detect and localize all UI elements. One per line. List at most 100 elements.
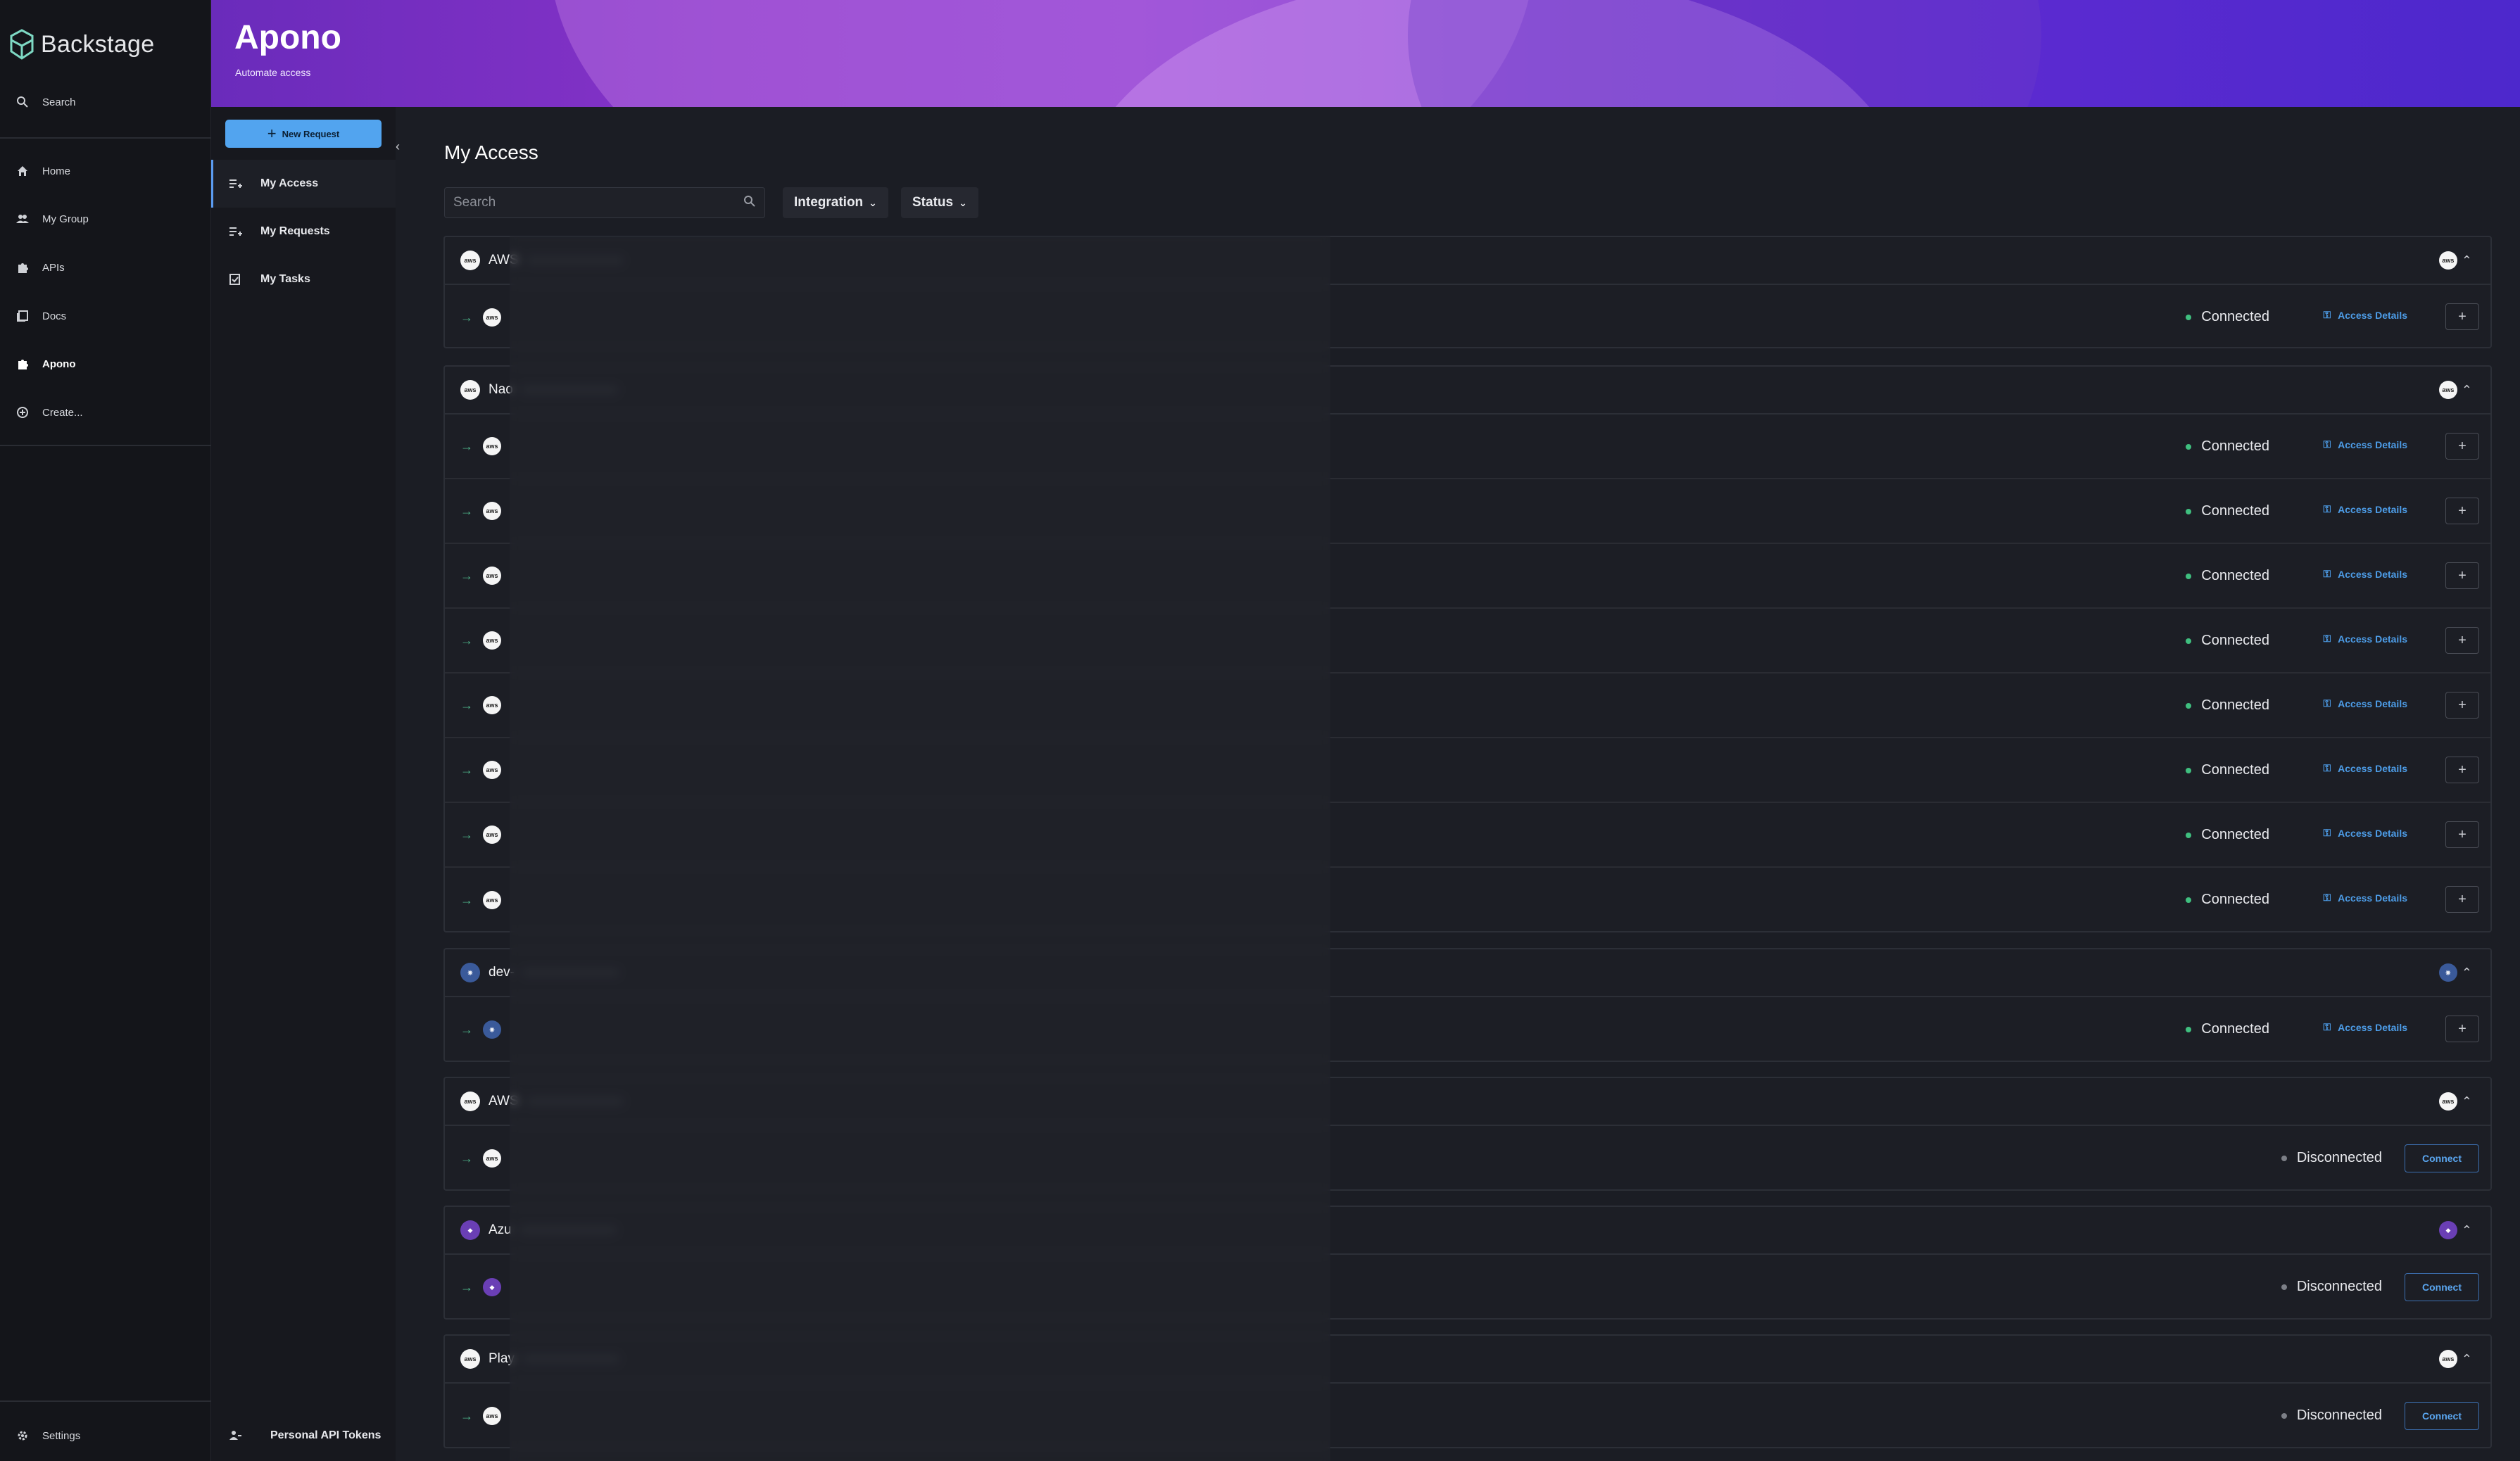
add-access-button[interactable]: + (2445, 692, 2479, 719)
integration-filter-label: Integration (794, 195, 864, 210)
subnav-item-label: My Access (260, 177, 319, 189)
add-access-button[interactable]: + (2445, 627, 2479, 654)
sidebar-search[interactable]: Search (0, 82, 211, 122)
access-details-label: Access Details (2338, 697, 2407, 709)
collapse-sidebar-button[interactable]: ‹ (391, 137, 404, 156)
arrow-right-icon: → (460, 1022, 473, 1037)
status-dot (2186, 573, 2192, 579)
access-details-link[interactable]: ⚿ Access Details (2324, 697, 2408, 709)
user-key-icon (228, 1429, 242, 1443)
sidebar-item-home[interactable]: Home (0, 151, 211, 191)
gear-icon (15, 1429, 30, 1443)
add-access-button[interactable]: + (2445, 757, 2479, 783)
sidebar-item-label: Settings (42, 1429, 81, 1442)
puzzle-icon (15, 357, 30, 371)
aws-icon: aws (483, 502, 501, 520)
sidebar-item-apono[interactable]: Apono (0, 344, 211, 384)
aws-icon: aws (483, 1407, 501, 1425)
add-access-button[interactable]: + (2445, 303, 2479, 330)
list-add-icon (228, 224, 242, 239)
divider (0, 1400, 211, 1402)
sidebar-item-settings[interactable]: Settings (0, 1416, 211, 1455)
status-filter-label: Status (912, 195, 954, 210)
search-input[interactable] (453, 195, 743, 210)
aws-icon: aws (483, 1149, 501, 1168)
subnav-item-my-tasks[interactable]: My Tasks (211, 255, 396, 303)
status-dot (2281, 1284, 2287, 1290)
arrow-right-icon: → (460, 827, 473, 842)
chevron-up-icon[interactable]: ⌃ (2462, 383, 2472, 398)
access-details-link[interactable]: ⚿ Access Details (2324, 827, 2408, 839)
key-icon: ⚿ (2323, 568, 2331, 579)
arrow-right-icon: → (460, 438, 473, 453)
connect-button[interactable]: Connect (2405, 1144, 2479, 1172)
add-access-button[interactable]: + (2445, 433, 2479, 460)
aws-icon: aws (483, 631, 501, 650)
sidebar-item-docs[interactable]: Docs (0, 296, 211, 336)
subnav-item-my-requests[interactable]: My Requests (211, 208, 396, 255)
arrow-right-icon: → (460, 697, 473, 712)
arrow-right-icon: → (460, 762, 473, 777)
access-details-label: Access Details (2338, 503, 2407, 515)
aws-icon: aws (483, 761, 501, 779)
chevron-up-icon[interactable]: ⌃ (2462, 1352, 2472, 1367)
access-details-link[interactable]: ⚿ Access Details (2324, 633, 2408, 645)
key-icon: ⚿ (2323, 309, 2331, 320)
key-icon: ⚿ (2323, 892, 2331, 903)
chevron-down-icon: ⌄ (869, 196, 877, 208)
access-details-link[interactable]: ⚿ Access Details (2324, 568, 2408, 580)
access-details-link[interactable]: ⚿ Access Details (2324, 1021, 2408, 1033)
arrow-right-icon: → (460, 892, 473, 907)
status-filter[interactable]: Status ⌄ (901, 187, 978, 218)
add-access-button[interactable]: + (2445, 886, 2479, 913)
add-access-button[interactable]: + (2445, 562, 2479, 589)
chevron-up-icon[interactable]: ⌃ (2462, 253, 2472, 268)
subnav-item-personal-api-tokens[interactable]: Personal API Tokens (211, 1416, 396, 1455)
sidebar-item-label: APIs (42, 261, 65, 274)
aws-icon: aws (460, 380, 480, 400)
sidebar-item-create[interactable]: Create... (0, 393, 211, 432)
add-access-button[interactable]: + (2445, 1016, 2479, 1042)
add-access-button[interactable]: + (2445, 821, 2479, 848)
subnav-item-my-access[interactable]: My Access (211, 160, 396, 208)
backstage-logo-icon (10, 29, 34, 60)
home-icon (15, 164, 30, 178)
access-details-link[interactable]: ⚿ Access Details (2324, 503, 2408, 515)
divider (0, 445, 211, 446)
sidebar-item-apis[interactable]: APIs (0, 248, 211, 287)
access-details-link[interactable]: ⚿ Access Details (2324, 309, 2408, 321)
search-field[interactable] (444, 187, 765, 218)
chevron-up-icon[interactable]: ⌃ (2462, 1223, 2472, 1238)
aws-icon: aws (2438, 251, 2457, 270)
chevron-up-icon[interactable]: ⌃ (2462, 966, 2472, 980)
connect-button[interactable]: Connect (2405, 1273, 2479, 1301)
connect-button[interactable]: Connect (2405, 1402, 2479, 1430)
status-dot (2281, 1412, 2287, 1419)
status-text: Connected (2201, 633, 2269, 648)
key-icon: ⚿ (2323, 697, 2331, 709)
sidebar-item-my-group[interactable]: My Group (0, 199, 211, 239)
access-details-label: Access Details (2338, 892, 2407, 904)
access-details-link[interactable]: ⚿ Access Details (2324, 762, 2408, 774)
access-details-link[interactable]: ⚿ Access Details (2324, 892, 2408, 904)
kubernetes-icon: ⎈ (460, 963, 480, 982)
new-request-button[interactable]: + New Request (225, 120, 382, 148)
access-details-link[interactable]: ⚿ Access Details (2324, 438, 2408, 450)
status-text: Connected (2201, 1021, 2269, 1037)
backstage-logo[interactable]: Backstage (10, 27, 154, 62)
main-title: My Access (444, 141, 538, 163)
add-access-button[interactable]: + (2445, 498, 2479, 524)
access-details-label: Access Details (2338, 762, 2407, 774)
status-badge: Connected (2186, 309, 2269, 325)
header-decoration (1408, 0, 2041, 107)
status-dot (2186, 314, 2192, 320)
status-dot (2186, 767, 2192, 773)
integration-filter[interactable]: Integration ⌄ (783, 187, 888, 218)
access-details-label: Access Details (2338, 568, 2407, 580)
divider (0, 137, 211, 139)
chevron-up-icon[interactable]: ⌃ (2462, 1094, 2472, 1109)
status-dot (2186, 443, 2192, 450)
status-badge: Disconnected (2281, 1279, 2382, 1295)
status-text: Connected (2201, 762, 2269, 778)
sidebar-item-label: Home (42, 165, 71, 177)
